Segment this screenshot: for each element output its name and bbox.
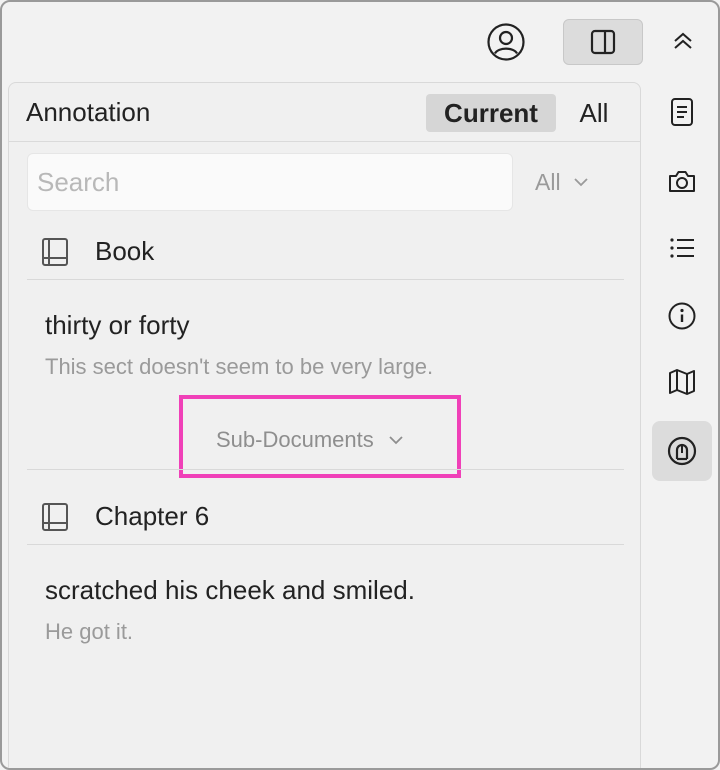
group-title: Chapter 6 bbox=[95, 501, 210, 531]
book-icon bbox=[42, 503, 68, 531]
group-title: Book bbox=[95, 236, 155, 266]
camera-icon bbox=[669, 171, 695, 192]
list-icon bbox=[670, 238, 694, 258]
tab-all[interactable]: All bbox=[564, 94, 624, 132]
annotation-text: thirty or forty bbox=[45, 310, 190, 340]
chevron-double-up-icon bbox=[674, 32, 692, 49]
rail-info-button[interactable] bbox=[652, 286, 712, 346]
divider bbox=[27, 469, 624, 470]
annotation-comment: This sect doesn't seem to be very large. bbox=[45, 354, 434, 379]
rail-map-button[interactable] bbox=[652, 352, 712, 412]
document-icon bbox=[671, 98, 693, 126]
panel-title: Annotation bbox=[26, 97, 151, 127]
top-bar bbox=[2, 2, 718, 82]
annotation-comment: He got it. bbox=[45, 619, 134, 644]
chevron-down-icon bbox=[573, 178, 588, 187]
book-icon bbox=[42, 238, 68, 266]
annotation-text: scratched his cheek and smiled. bbox=[45, 575, 415, 605]
rail-document-button[interactable] bbox=[652, 82, 712, 142]
panel-header: Annotation Current All bbox=[9, 83, 640, 142]
user-circle-icon bbox=[487, 23, 525, 61]
collapse-button[interactable] bbox=[666, 24, 700, 58]
rail-outline-button[interactable] bbox=[652, 218, 712, 278]
sidebar-toggle-icon bbox=[590, 29, 616, 55]
filter-value: All bbox=[535, 168, 561, 195]
group-header-book[interactable]: Book bbox=[27, 228, 624, 280]
annotation-icon bbox=[667, 436, 697, 466]
group-header-chapter[interactable]: Chapter 6 bbox=[27, 493, 624, 545]
filter-dropdown[interactable]: All bbox=[535, 163, 615, 201]
sub-documents-label: Sub-Documents bbox=[216, 427, 374, 452]
rail-camera-button[interactable] bbox=[652, 151, 712, 211]
search-input[interactable] bbox=[27, 153, 513, 211]
sidebar-toggle-button[interactable] bbox=[563, 19, 643, 65]
tab-current[interactable]: Current bbox=[426, 94, 556, 132]
annotation-panel: Annotation Current All All Book thirty o… bbox=[8, 82, 641, 768]
map-icon bbox=[669, 369, 695, 395]
annotation-item[interactable]: scratched his cheek and smiled. He got i… bbox=[45, 575, 415, 645]
rail-annotation-button[interactable] bbox=[652, 421, 712, 481]
account-button[interactable] bbox=[486, 22, 526, 62]
annotation-item[interactable]: thirty or forty This sect doesn't seem t… bbox=[45, 310, 433, 380]
app-window: Annotation Current All All Book thirty o… bbox=[0, 0, 720, 770]
sub-documents-toggle[interactable]: Sub-Documents bbox=[216, 425, 436, 455]
chevron-down-icon bbox=[389, 436, 403, 445]
info-icon bbox=[668, 302, 696, 330]
